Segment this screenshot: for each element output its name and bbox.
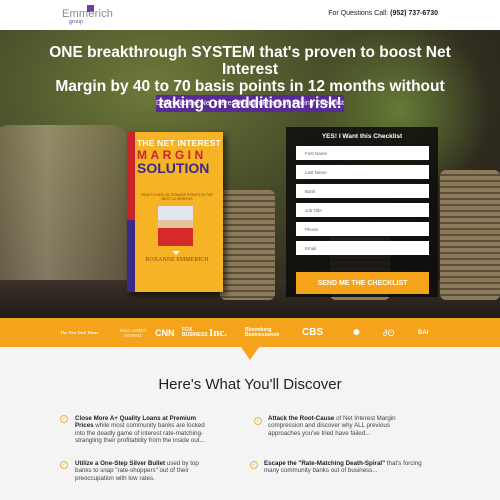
headline-line: Margin by 40 to 70 basis points in 12 mo… [55,78,445,95]
check-circle-icon: ✓ [254,417,262,425]
benefit-item: Utilize a One-Step Silver Bullet used by… [75,460,210,482]
first-name-input[interactable] [296,146,429,160]
bai-logo: BAI [418,329,429,336]
coin-stack-image [440,170,500,300]
hero-section: ONE breakthrough SYSTEM that's proven to… [0,30,500,318]
phone-input[interactable] [296,222,429,236]
fox-business-logo: FOX BUSINESS [182,326,208,338]
discover-heading: Here's What You'll Discover [158,376,342,393]
book-spine [127,132,135,292]
cnn-logo: CNN [155,327,175,338]
benefit-item: Close More A+ Quality Loans at Premium P… [75,415,210,445]
author-photo [158,206,193,246]
bank-input[interactable] [296,184,429,198]
benefit-text: while most community banks are locked in… [75,422,205,445]
nyt-logo: The New York Times [60,330,99,335]
check-circle-icon: ✓ [60,461,68,469]
check-circle-icon: ✓ [60,415,68,423]
benefit-title: Utilize a One-Step Silver Bullet [75,460,166,467]
benefit-item: Attack the Root-Cause of Net Interest Ma… [268,415,408,437]
send-checklist-button[interactable]: SEND ME THE CHECKLIST [296,272,429,294]
book-cover-image: THE NET INTEREST MARGIN SOLUTION HOW TO … [127,132,223,292]
phone-info: For Questions Call: (952) 737-6730 [328,10,438,17]
benefit-title: Attack the Root-Cause [268,415,335,422]
nbc-peacock-icon: ✺ [353,328,360,337]
cbs-logo: CBS [302,327,324,338]
email-input[interactable] [296,241,429,255]
benefit-item: Escape the "Rate-Matching Death-Spiral" … [264,460,424,475]
book-author: ROXANNE EMMERICH [145,257,209,263]
phone-number[interactable]: (952) 737-6730 [390,10,438,17]
header: Emmerich group For Questions Call: (952)… [0,0,500,30]
form-title: YES! I Want this Checklist [321,133,403,140]
hero-subtitle: Download the Net Interest Margin Premium… [156,100,344,107]
benefit-title: Escape the "Rate-Matching Death-Spiral" [264,460,386,467]
book-title: SOLUTION [137,160,210,176]
headline-line: ONE breakthrough SYSTEM that's proven to… [49,44,451,78]
aba-logo-icon: ∂ʘ [383,327,395,338]
phone-label: For Questions Call: [328,10,389,17]
checklist-form: YES! I Want this Checklist SEND ME THE C… [286,127,438,297]
coin-stack-image [220,190,275,300]
logo-sub: group [69,19,83,25]
check-circle-icon: ✓ [250,461,258,469]
logo[interactable]: Emmerich group [62,4,113,26]
bloomberg-logo: Bloomberg Businessweek [245,326,280,338]
arrow-down-icon [172,251,180,255]
book-title: THE NET INTEREST [137,138,221,148]
wsj-logo: WALL STREET JOURNAL [119,327,147,338]
last-name-input[interactable] [296,165,429,179]
inc-logo: Inc. [209,326,228,339]
job-title-input[interactable] [296,203,429,217]
book-tagline: HOW TO ADD 40-70 BASIS POINTS IN THE NEX… [141,193,213,201]
section-pointer [241,347,259,360]
press-logos-band: The New York Times WALL STREET JOURNAL C… [0,318,500,347]
